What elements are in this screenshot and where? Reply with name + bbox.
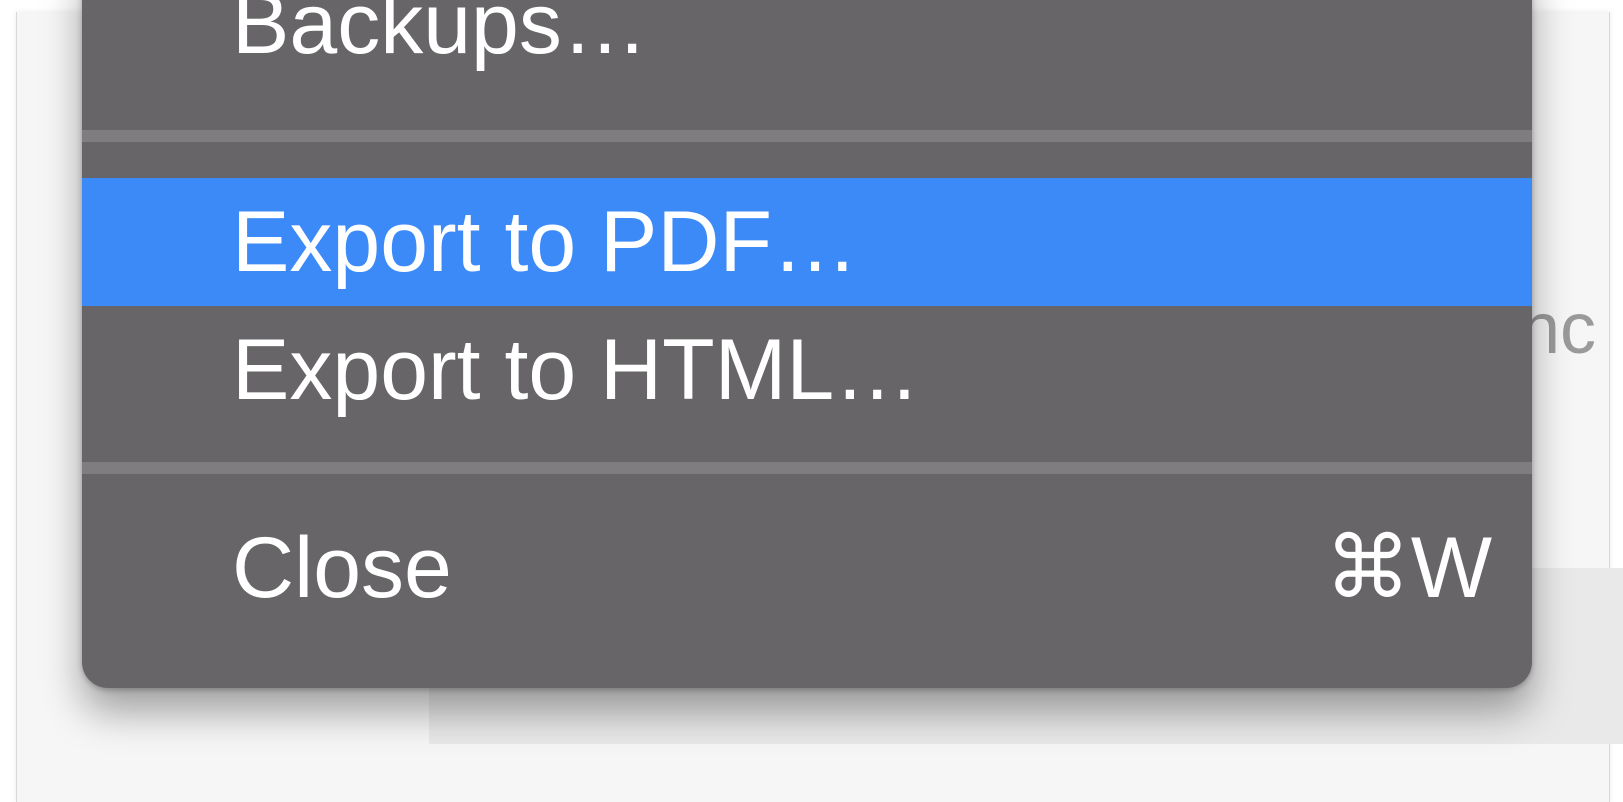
menu-item-label: Close	[232, 520, 452, 616]
menu-item-export-pdf[interactable]: Export to PDF…	[82, 178, 1532, 306]
menu-item-export-html[interactable]: Export to HTML…	[82, 306, 1532, 434]
menu-item-backups[interactable]: Backups…	[82, 0, 1532, 88]
file-menu: Backups… Export to PDF… Export to HTML… …	[82, 0, 1532, 688]
background-text: nc	[1520, 289, 1597, 369]
menu-item-label: Export to PDF…	[232, 194, 859, 290]
keyboard-shortcut: ⌘W	[1324, 520, 1492, 616]
menu-separator	[82, 462, 1532, 474]
menu-separator	[82, 130, 1532, 142]
menu-item-close[interactable]: Close ⌘W	[82, 504, 1532, 632]
menu-item-label: Backups…	[232, 0, 648, 72]
menu-item-label: Export to HTML…	[232, 322, 921, 418]
